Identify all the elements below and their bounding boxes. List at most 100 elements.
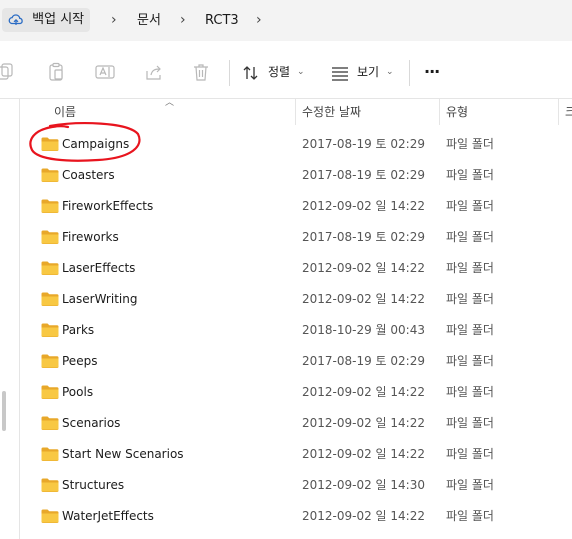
- file-modified-date: 2012-09-02 일 14:22: [302, 385, 425, 399]
- file-type: 파일 폴더: [446, 261, 494, 275]
- chevron-right-icon[interactable]: ›: [256, 0, 262, 41]
- file-row[interactable]: LaserWriting 2012-09-02 일 14:22 파일 폴더: [20, 284, 572, 315]
- folder-icon: [41, 168, 59, 182]
- file-name: Start New Scenarios: [62, 447, 184, 461]
- column-header-size[interactable]: 크: [565, 99, 572, 125]
- file-type: 파일 폴더: [446, 416, 494, 430]
- file-type: 파일 폴더: [446, 199, 494, 213]
- file-type: 파일 폴더: [446, 478, 494, 492]
- file-modified-date: 2018-10-29 월 00:43: [302, 323, 425, 337]
- file-name: Structures: [62, 478, 125, 492]
- folder-icon: [41, 323, 59, 337]
- column-divider[interactable]: [439, 99, 440, 125]
- file-name: WaterJetEffects: [62, 509, 154, 523]
- file-type: 파일 폴더: [446, 354, 494, 368]
- file-name: Campaigns: [62, 137, 130, 151]
- file-row[interactable]: FireworkEffects 2012-09-02 일 14:22 파일 폴더: [20, 191, 572, 222]
- file-name: LaserWriting: [62, 292, 138, 306]
- file-type: 파일 폴더: [446, 230, 494, 244]
- file-modified-date: 2012-09-02 일 14:22: [302, 261, 425, 275]
- folder-icon: [41, 416, 59, 430]
- sort-label: 정렬: [268, 65, 291, 79]
- file-row[interactable]: Pools 2012-09-02 일 14:22 파일 폴더: [20, 377, 572, 408]
- file-type: 파일 폴더: [446, 323, 494, 337]
- navigation-pane: [0, 99, 20, 539]
- folder-icon: [41, 354, 59, 368]
- toolbar-separator: [409, 60, 410, 86]
- folder-icon: [41, 230, 59, 244]
- file-type: 파일 폴더: [446, 137, 494, 151]
- folder-icon: [41, 478, 59, 492]
- navigation-scrollbar-thumb[interactable]: [2, 391, 6, 431]
- copy-icon[interactable]: [0, 62, 20, 82]
- sort-ascending-icon: ︿: [165, 98, 175, 108]
- chevron-down-icon: ⌄: [386, 67, 394, 77]
- breadcrumb-label: 백업 시작: [32, 12, 85, 27]
- file-row[interactable]: Structures 2012-09-02 일 14:30 파일 폴더: [20, 470, 572, 501]
- file-modified-date: 2017-08-19 토 02:29: [302, 137, 425, 151]
- column-header-row: 이름 ︿ 수정한 날짜 유형 크: [20, 98, 572, 125]
- folder-icon: [41, 385, 59, 399]
- share-icon[interactable]: [144, 62, 164, 82]
- file-modified-date: 2012-09-02 일 14:22: [302, 447, 425, 461]
- file-type: 파일 폴더: [446, 168, 494, 182]
- toolbar-separator: [229, 60, 230, 86]
- file-modified-date: 2017-08-19 토 02:29: [302, 168, 425, 182]
- file-modified-date: 2017-08-19 토 02:29: [302, 354, 425, 368]
- backup-cloud-icon: [8, 14, 23, 25]
- column-header-name[interactable]: 이름: [54, 99, 76, 125]
- file-modified-date: 2012-09-02 일 14:22: [302, 292, 425, 306]
- address-bar: 백업 시작 › 문서 › RCT3 ›: [0, 0, 572, 41]
- file-row[interactable]: Campaigns 2017-08-19 토 02:29 파일 폴더: [20, 129, 572, 160]
- breadcrumb-item-rct3[interactable]: RCT3: [205, 0, 239, 41]
- file-type: 파일 폴더: [446, 447, 494, 461]
- paste-icon[interactable]: [47, 62, 67, 82]
- file-row[interactable]: Scenarios 2012-09-02 일 14:22 파일 폴더: [20, 408, 572, 439]
- more-options-button[interactable]: ···: [424, 48, 440, 98]
- rename-icon[interactable]: [95, 62, 115, 82]
- file-type: 파일 폴더: [446, 509, 494, 523]
- file-row[interactable]: LaserEffects 2012-09-02 일 14:22 파일 폴더: [20, 253, 572, 284]
- file-modified-date: 2012-09-02 일 14:22: [302, 199, 425, 213]
- sort-icon: [243, 66, 258, 80]
- file-row[interactable]: Coasters 2017-08-19 토 02:29 파일 폴더: [20, 160, 572, 191]
- folder-icon: [41, 447, 59, 461]
- file-name: FireworkEffects: [62, 199, 154, 213]
- file-name: Fireworks: [62, 230, 119, 244]
- file-row[interactable]: Parks 2018-10-29 월 00:43 파일 폴더: [20, 315, 572, 346]
- file-row[interactable]: Start New Scenarios 2012-09-02 일 14:22 파일 …: [20, 439, 572, 470]
- file-type: 파일 폴더: [446, 292, 494, 306]
- column-divider[interactable]: [295, 99, 296, 125]
- file-name: Scenarios: [62, 416, 121, 430]
- file-modified-date: 2017-08-19 토 02:29: [302, 230, 425, 244]
- folder-icon: [41, 509, 59, 523]
- folder-icon: [41, 137, 59, 151]
- column-header-type[interactable]: 유형: [446, 99, 468, 125]
- file-row[interactable]: Peeps 2017-08-19 토 02:29 파일 폴더: [20, 346, 572, 377]
- folder-icon: [41, 261, 59, 275]
- column-header-date[interactable]: 수정한 날짜: [302, 99, 361, 125]
- file-modified-date: 2012-09-02 일 14:22: [302, 416, 425, 430]
- command-bar: 정렬 ⌄ 보기 ⌄ ···: [0, 48, 572, 99]
- file-name: Pools: [62, 385, 94, 399]
- folder-icon: [41, 292, 59, 306]
- delete-icon[interactable]: [191, 62, 211, 82]
- breadcrumb-item-home[interactable]: 백업 시작: [2, 8, 91, 32]
- file-type: 파일 폴더: [446, 385, 494, 399]
- file-modified-date: 2012-09-02 일 14:22: [302, 509, 425, 523]
- file-name: Parks: [62, 323, 95, 337]
- view-list-icon: [332, 67, 348, 81]
- chevron-right-icon[interactable]: ›: [180, 0, 186, 41]
- column-divider[interactable]: [558, 99, 559, 125]
- file-row[interactable]: Fireworks 2017-08-19 토 02:29 파일 폴더: [20, 222, 572, 253]
- file-name: Peeps: [62, 354, 98, 368]
- chevron-down-icon: ⌄: [297, 67, 305, 77]
- view-label: 보기: [357, 65, 380, 79]
- breadcrumb-item-documents[interactable]: 문서: [137, 0, 161, 41]
- file-name: LaserEffects: [62, 261, 136, 275]
- folder-icon: [41, 199, 59, 213]
- file-modified-date: 2012-09-02 일 14:30: [302, 478, 425, 492]
- chevron-right-icon[interactable]: ›: [111, 0, 117, 41]
- file-row[interactable]: WaterJetEffects 2012-09-02 일 14:22 파일 폴더: [20, 501, 572, 532]
- file-name: Coasters: [62, 168, 115, 182]
